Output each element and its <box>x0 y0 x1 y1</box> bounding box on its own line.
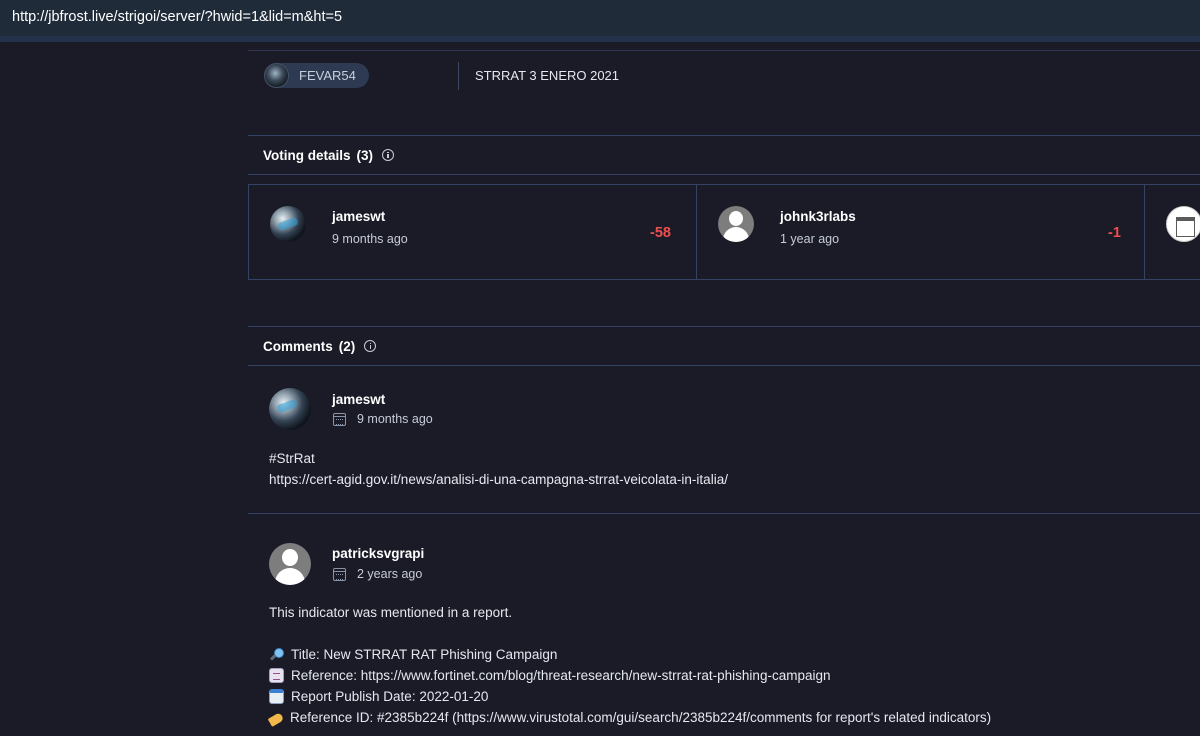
comments-count: (2) <box>338 338 356 354</box>
comment-date-text: 9 months ago <box>357 412 433 426</box>
vote-score: -1 <box>1108 225 1121 241</box>
vote-username[interactable]: johnk3rlabs <box>780 209 856 224</box>
vote-card: johnk3rlabs 1 year ago -1 <box>696 184 1145 280</box>
receipt-icon <box>269 668 284 683</box>
report-title-line: Title: New STRRAT RAT Phishing Campaign <box>269 644 991 665</box>
comment-avatar[interactable] <box>269 543 311 585</box>
user-chip-name: FEVAR54 <box>299 68 356 83</box>
user-chip[interactable]: FEVAR54 <box>264 63 369 88</box>
vote-username[interactable]: jameswt <box>332 209 385 224</box>
comment-body: This indicator was mentioned in a report… <box>267 602 991 728</box>
building-avatar[interactable] <box>1166 206 1200 242</box>
info-icon[interactable] <box>364 340 377 352</box>
user-avatar <box>264 63 289 88</box>
report-id-text[interactable]: Reference ID: #2385b224f (https://www.vi… <box>290 707 991 728</box>
calendar-emoji-icon <box>269 689 284 704</box>
comments-header: Comments (2) <box>248 326 1200 366</box>
calendar-icon <box>333 567 346 581</box>
user-avatar[interactable] <box>270 206 306 242</box>
comment-body: #StrRat https://cert-agid.gov.it/news/an… <box>269 448 728 490</box>
magnifier-icon <box>269 647 284 662</box>
comment-date-text: 2 years ago <box>357 567 423 581</box>
calendar-icon <box>333 412 346 426</box>
voting-list: jameswt 9 months ago -58 johnk3rlabs 1 y… <box>248 184 1200 280</box>
default-user-avatar[interactable] <box>718 206 754 242</box>
comment-avatar[interactable] <box>269 388 311 430</box>
file-name: STRRAT 3 ENERO 2021 <box>475 68 620 83</box>
comments-title: Comments <box>263 338 333 354</box>
vote-time: 9 months ago <box>332 232 408 246</box>
user-silhouette-icon <box>729 211 743 226</box>
address-bar-divider <box>0 36 1200 42</box>
comment-link[interactable]: https://cert-agid.gov.it/news/analisi-di… <box>269 469 728 490</box>
report-title-text: Title: New STRRAT RAT Phishing Campaign <box>291 647 558 662</box>
comment-intro: This indicator was mentioned in a report… <box>269 605 513 620</box>
info-icon[interactable] <box>382 149 395 161</box>
comment-divider <box>248 513 1200 514</box>
voting-details-header: Voting details (3) <box>248 135 1200 175</box>
vote-time: 1 year ago <box>780 232 840 246</box>
vote-score: -58 <box>650 225 671 241</box>
vertical-divider <box>458 62 459 90</box>
label-tag-icon <box>267 711 285 727</box>
section-divider <box>248 50 1200 51</box>
report-reference-text[interactable]: Reference: https://www.fortinet.com/blog… <box>291 665 830 686</box>
report-id-line: Reference ID: #2385b224f (https://www.vi… <box>267 707 991 728</box>
user-silhouette-icon <box>282 549 298 566</box>
hashtag-link[interactable]: #StrRat <box>269 448 728 469</box>
url-text[interactable]: http://jbfrost.live/strigoi/server/?hwid… <box>12 9 342 25</box>
report-reference-line: Reference: https://www.fortinet.com/blog… <box>269 665 991 686</box>
comment-date: 2 years ago <box>333 567 422 581</box>
vote-card: jameswt 9 months ago -58 <box>248 184 697 280</box>
comment-date: 9 months ago <box>333 412 433 426</box>
report-date-text: Report Publish Date: 2022-01-20 <box>291 689 489 704</box>
user-silhouette-body <box>723 227 749 242</box>
user-silhouette-body <box>275 568 305 585</box>
report-date-line: Report Publish Date: 2022-01-20 <box>269 686 991 707</box>
vote-card <box>1144 184 1200 280</box>
voting-details-title: Voting details <box>263 147 351 163</box>
comment-author[interactable]: jameswt <box>332 392 385 407</box>
comment-author[interactable]: patricksvgrapi <box>332 546 424 561</box>
address-bar[interactable]: http://jbfrost.live/strigoi/server/?hwid… <box>0 0 1200 36</box>
voting-details-count: (3) <box>356 147 374 163</box>
